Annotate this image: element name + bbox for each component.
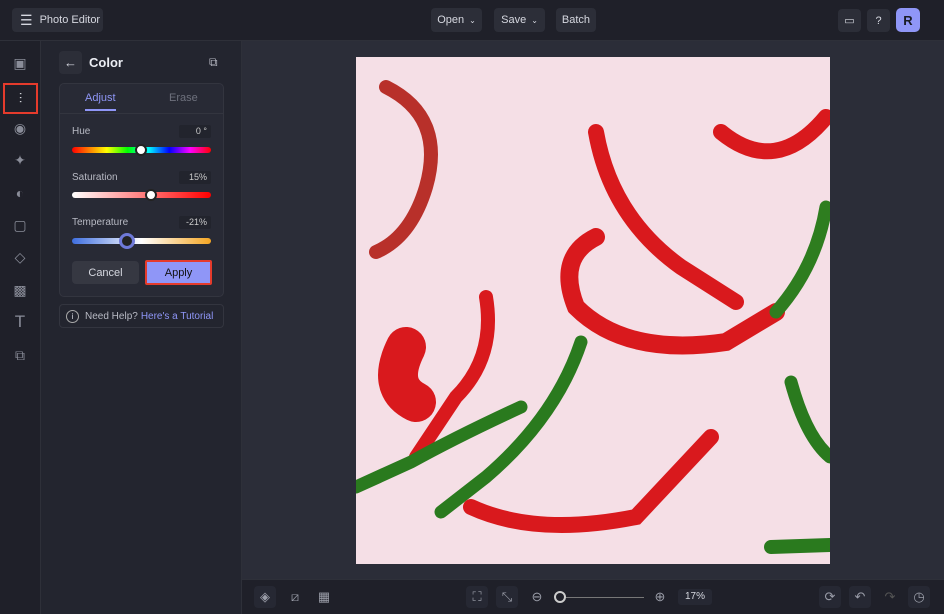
adjust-sliders-icon[interactable]: ⫶ — [3, 83, 38, 114]
avatar[interactable]: R — [896, 8, 920, 32]
menu-button[interactable]: ☰ Photo Editor — [12, 8, 103, 32]
help-icon[interactable]: ? — [867, 9, 890, 32]
chevron-down-icon: ⌄ — [531, 15, 538, 25]
hue-slider[interactable] — [72, 144, 211, 156]
chevron-down-icon: ⌄ — [469, 15, 476, 25]
zoom-value[interactable]: 17% — [678, 589, 712, 605]
overlay-icon[interactable]: ⧉ — [8, 343, 32, 367]
temperature-slider[interactable] — [72, 233, 211, 249]
hue-label: Hue — [72, 126, 91, 137]
photo-chili-peppers[interactable] — [356, 57, 830, 564]
tab-bar: Adjust Erase — [60, 84, 223, 114]
palette-icon[interactable]: ◐ — [8, 181, 32, 205]
batch-label: Batch — [561, 14, 591, 26]
zoom-slider[interactable] — [554, 591, 644, 603]
app-title: Photo Editor — [39, 14, 101, 26]
save-button[interactable]: Save ⌄ — [494, 8, 545, 32]
comment-icon[interactable]: ▭ — [838, 9, 861, 32]
redo-icon[interactable]: ↷ — [879, 586, 901, 608]
fit-screen-icon[interactable]: ⛶ — [466, 586, 488, 608]
saturation-slider-handle[interactable] — [145, 189, 157, 201]
history-icon[interactable]: ◷ — [908, 586, 930, 608]
eye-icon[interactable]: ◉ — [8, 116, 32, 140]
hue-slider-handle[interactable] — [135, 144, 147, 156]
saturation-value[interactable]: 15% — [179, 171, 211, 184]
saturation-label: Saturation — [72, 172, 118, 183]
bottom-toolbar: ◈ ⧄ ▦ ⛶ ⤡ ⊖ ⊕ 17% ⟳ ↶ ↷ ◷ — [242, 579, 944, 614]
save-label: Save — [501, 14, 527, 26]
texture-icon[interactable]: ▩ — [8, 278, 32, 302]
shrink-icon[interactable]: ⤡ — [496, 586, 518, 608]
cancel-button[interactable]: Cancel — [72, 261, 139, 284]
refresh-icon[interactable]: ⟳ — [819, 586, 841, 608]
open-button[interactable]: Open ⌄ — [431, 8, 482, 32]
color-panel: ← Color ⧉ Adjust Erase Hue 0 ° Saturatio… — [41, 41, 242, 614]
undo-icon[interactable]: ↶ — [849, 586, 871, 608]
temperature-value[interactable]: -21% — [179, 216, 211, 229]
batch-button[interactable]: Batch — [556, 8, 596, 32]
panel-title: Color — [89, 55, 123, 70]
tool-rail: ▣ ⫶ ◉ ✦ ◐ ▢ ◇ ▩ T ⧉ — [0, 41, 41, 614]
sparkle-icon[interactable]: ✦ — [8, 148, 32, 172]
hue-value[interactable]: 0 ° — [179, 125, 211, 138]
tab-adjust[interactable]: Adjust — [85, 92, 116, 111]
compare-icon[interactable]: ⧄ — [284, 586, 306, 608]
apply-button[interactable]: Apply — [145, 260, 212, 285]
help-text: Need Help? — [85, 310, 138, 322]
canvas-area — [242, 41, 944, 579]
temperature-label: Temperature — [72, 217, 129, 228]
open-label: Open — [437, 14, 465, 26]
info-icon: i — [66, 309, 79, 323]
text-icon[interactable]: T — [8, 310, 32, 334]
frame-icon[interactable]: ▢ — [8, 213, 32, 237]
tab-erase[interactable]: Erase — [169, 92, 198, 104]
copy-icon[interactable]: ⧉ — [209, 55, 218, 70]
zoom-out-icon[interactable]: ⊖ — [526, 586, 548, 608]
tutorial-link[interactable]: Here's a Tutorial — [141, 311, 214, 322]
top-bar: ☰ Photo Editor Open ⌄ Save ⌄ Batch ▭ ? R — [0, 0, 944, 41]
apply-label: Apply — [164, 266, 193, 279]
back-arrow-icon[interactable]: ← — [59, 51, 82, 74]
zoom-slider-handle[interactable] — [554, 591, 566, 603]
cancel-label: Cancel — [88, 266, 123, 279]
saturation-slider[interactable] — [72, 189, 211, 201]
temperature-slider-handle[interactable] — [119, 233, 135, 249]
help-box: i Need Help? Here's a Tutorial — [59, 304, 224, 328]
avatar-initial: R — [903, 12, 913, 28]
zoom-in-icon[interactable]: ⊕ — [649, 586, 671, 608]
layers-icon[interactable]: ◈ — [254, 586, 276, 608]
shapes-icon[interactable]: ◇ — [8, 245, 32, 269]
adjust-card: Adjust Erase Hue 0 ° Saturation 15% Temp… — [59, 83, 224, 297]
hamburger-icon: ☰ — [20, 11, 33, 28]
grid-icon[interactable]: ▦ — [313, 586, 335, 608]
image-icon[interactable]: ▣ — [8, 51, 32, 75]
